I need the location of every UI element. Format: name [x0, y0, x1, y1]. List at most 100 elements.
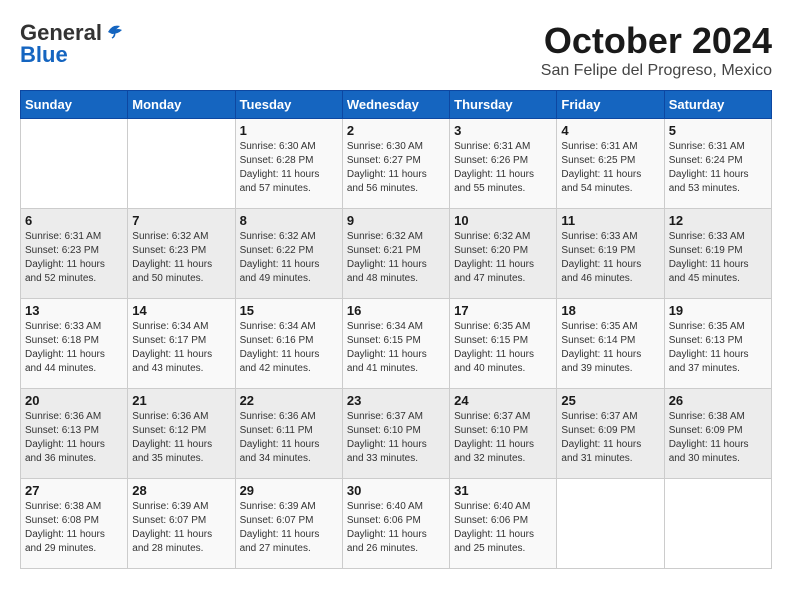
day-number: 21	[132, 393, 230, 408]
day-info: Sunrise: 6:33 AM Sunset: 6:19 PM Dayligh…	[561, 230, 659, 286]
day-number: 17	[454, 303, 552, 318]
calendar-cell: 2Sunrise: 6:30 AM Sunset: 6:27 PM Daylig…	[342, 119, 449, 209]
day-info: Sunrise: 6:32 AM Sunset: 6:20 PM Dayligh…	[454, 230, 552, 286]
calendar-cell: 12Sunrise: 6:33 AM Sunset: 6:19 PM Dayli…	[664, 209, 771, 299]
day-info: Sunrise: 6:34 AM Sunset: 6:16 PM Dayligh…	[240, 320, 338, 376]
day-info: Sunrise: 6:40 AM Sunset: 6:06 PM Dayligh…	[454, 500, 552, 556]
calendar-cell	[128, 119, 235, 209]
day-info: Sunrise: 6:31 AM Sunset: 6:24 PM Dayligh…	[669, 140, 767, 196]
day-number: 19	[669, 303, 767, 318]
week-row-1: 6 Sunrise: 6:31 AM Sunset: 6:23 PM Daylig…	[21, 209, 772, 299]
day-number: 14	[132, 303, 230, 318]
calendar-cell: 15 Sunrise: 6:34 AM Sunset: 6:16 PM Dayli…	[235, 299, 342, 389]
calendar-cell: 14 Sunrise: 6:34 AM Sunset: 6:17 PM Dayli…	[128, 299, 235, 389]
day-info: Sunrise: 6:32 AM Sunset: 6:23 PM Dayligh…	[132, 230, 230, 286]
calendar-cell: 9Sunrise: 6:32 AM Sunset: 6:21 PM Daylig…	[342, 209, 449, 299]
day-info: Sunrise: 6:39 AM Sunset: 6:07 PM Dayligh…	[132, 500, 230, 556]
header-thursday: Thursday	[450, 91, 557, 119]
day-info: Sunrise: 6:30 AM Sunset: 6:27 PM Dayligh…	[347, 140, 445, 196]
calendar-cell: 22 Sunrise: 6:36 AM Sunset: 6:11 PM Dayli…	[235, 389, 342, 479]
day-info: Sunrise: 6:31 AM Sunset: 6:26 PM Dayligh…	[454, 140, 552, 196]
day-info: Sunrise: 6:33 AM Sunset: 6:18 PM Dayligh…	[25, 320, 123, 376]
day-info: Sunrise: 6:36 AM Sunset: 6:11 PM Dayligh…	[240, 410, 338, 466]
logo-blue: Blue	[20, 42, 68, 68]
week-row-0: 1Sunrise: 6:30 AM Sunset: 6:28 PM Daylig…	[21, 119, 772, 209]
calendar-cell	[664, 479, 771, 569]
logo-bird-icon	[104, 22, 126, 40]
day-number: 23	[347, 393, 445, 408]
logo: General Blue	[20, 20, 126, 68]
calendar-cell: 25 Sunrise: 6:37 AM Sunset: 6:09 PM Dayli…	[557, 389, 664, 479]
calendar-cell: 21 Sunrise: 6:36 AM Sunset: 6:12 PM Dayli…	[128, 389, 235, 479]
header-monday: Monday	[128, 91, 235, 119]
day-info: Sunrise: 6:37 AM Sunset: 6:09 PM Dayligh…	[561, 410, 659, 466]
calendar-cell: 30 Sunrise: 6:40 AM Sunset: 6:06 PM Dayli…	[342, 479, 449, 569]
header-tuesday: Tuesday	[235, 91, 342, 119]
day-number: 22	[240, 393, 338, 408]
calendar-cell: 20 Sunrise: 6:36 AM Sunset: 6:13 PM Dayli…	[21, 389, 128, 479]
day-number: 30	[347, 483, 445, 498]
calendar-cell: 19 Sunrise: 6:35 AM Sunset: 6:13 PM Dayli…	[664, 299, 771, 389]
day-number: 6	[25, 213, 123, 228]
calendar-cell: 18Sunrise: 6:35 AM Sunset: 6:14 PM Dayli…	[557, 299, 664, 389]
day-info: Sunrise: 6:38 AM Sunset: 6:08 PM Dayligh…	[25, 500, 123, 556]
calendar-cell: 3 Sunrise: 6:31 AM Sunset: 6:26 PM Daylig…	[450, 119, 557, 209]
day-info: Sunrise: 6:32 AM Sunset: 6:21 PM Dayligh…	[347, 230, 445, 286]
location: San Felipe del Progreso, Mexico	[541, 62, 772, 80]
day-info: Sunrise: 6:31 AM Sunset: 6:23 PM Dayligh…	[25, 230, 123, 286]
calendar-cell: 16Sunrise: 6:34 AM Sunset: 6:15 PM Dayli…	[342, 299, 449, 389]
calendar-cell: 5 Sunrise: 6:31 AM Sunset: 6:24 PM Daylig…	[664, 119, 771, 209]
day-info: Sunrise: 6:35 AM Sunset: 6:13 PM Dayligh…	[669, 320, 767, 376]
day-number: 12	[669, 213, 767, 228]
calendar-cell: 8 Sunrise: 6:32 AM Sunset: 6:22 PM Daylig…	[235, 209, 342, 299]
day-info: Sunrise: 6:40 AM Sunset: 6:06 PM Dayligh…	[347, 500, 445, 556]
day-info: Sunrise: 6:39 AM Sunset: 6:07 PM Dayligh…	[240, 500, 338, 556]
day-number: 27	[25, 483, 123, 498]
month-title: October 2024	[541, 20, 772, 62]
week-row-4: 27 Sunrise: 6:38 AM Sunset: 6:08 PM Dayli…	[21, 479, 772, 569]
title-area: October 2024 San Felipe del Progreso, Me…	[541, 20, 772, 80]
day-number: 4	[561, 123, 659, 138]
day-number: 10	[454, 213, 552, 228]
day-info: Sunrise: 6:31 AM Sunset: 6:25 PM Dayligh…	[561, 140, 659, 196]
week-row-2: 13Sunrise: 6:33 AM Sunset: 6:18 PM Dayli…	[21, 299, 772, 389]
day-number: 20	[25, 393, 123, 408]
day-number: 8	[240, 213, 338, 228]
header-sunday: Sunday	[21, 91, 128, 119]
day-number: 18	[561, 303, 659, 318]
day-number: 24	[454, 393, 552, 408]
calendar-table: SundayMondayTuesdayWednesdayThursdayFrid…	[20, 90, 772, 569]
day-info: Sunrise: 6:36 AM Sunset: 6:12 PM Dayligh…	[132, 410, 230, 466]
header-wednesday: Wednesday	[342, 91, 449, 119]
calendar-cell: 27 Sunrise: 6:38 AM Sunset: 6:08 PM Dayli…	[21, 479, 128, 569]
calendar-cell: 6 Sunrise: 6:31 AM Sunset: 6:23 PM Daylig…	[21, 209, 128, 299]
day-number: 5	[669, 123, 767, 138]
calendar-cell: 10 Sunrise: 6:32 AM Sunset: 6:20 PM Dayli…	[450, 209, 557, 299]
calendar-cell: 7Sunrise: 6:32 AM Sunset: 6:23 PM Daylig…	[128, 209, 235, 299]
header-row: SundayMondayTuesdayWednesdayThursdayFrid…	[21, 91, 772, 119]
day-info: Sunrise: 6:36 AM Sunset: 6:13 PM Dayligh…	[25, 410, 123, 466]
calendar-cell: 13Sunrise: 6:33 AM Sunset: 6:18 PM Dayli…	[21, 299, 128, 389]
calendar-cell: 24 Sunrise: 6:37 AM Sunset: 6:10 PM Dayli…	[450, 389, 557, 479]
calendar-cell	[557, 479, 664, 569]
day-number: 15	[240, 303, 338, 318]
day-number: 3	[454, 123, 552, 138]
day-info: Sunrise: 6:34 AM Sunset: 6:15 PM Dayligh…	[347, 320, 445, 376]
calendar-cell: 4 Sunrise: 6:31 AM Sunset: 6:25 PM Daylig…	[557, 119, 664, 209]
day-number: 31	[454, 483, 552, 498]
day-info: Sunrise: 6:32 AM Sunset: 6:22 PM Dayligh…	[240, 230, 338, 286]
day-info: Sunrise: 6:34 AM Sunset: 6:17 PM Dayligh…	[132, 320, 230, 376]
calendar-cell: 1Sunrise: 6:30 AM Sunset: 6:28 PM Daylig…	[235, 119, 342, 209]
day-number: 28	[132, 483, 230, 498]
day-info: Sunrise: 6:38 AM Sunset: 6:09 PM Dayligh…	[669, 410, 767, 466]
calendar-cell: 26Sunrise: 6:38 AM Sunset: 6:09 PM Dayli…	[664, 389, 771, 479]
day-info: Sunrise: 6:35 AM Sunset: 6:15 PM Dayligh…	[454, 320, 552, 376]
calendar-cell: 11 Sunrise: 6:33 AM Sunset: 6:19 PM Dayli…	[557, 209, 664, 299]
day-info: Sunrise: 6:37 AM Sunset: 6:10 PM Dayligh…	[454, 410, 552, 466]
calendar-cell	[21, 119, 128, 209]
day-number: 11	[561, 213, 659, 228]
calendar-cell: 31 Sunrise: 6:40 AM Sunset: 6:06 PM Dayli…	[450, 479, 557, 569]
day-number: 25	[561, 393, 659, 408]
calendar-cell: 23Sunrise: 6:37 AM Sunset: 6:10 PM Dayli…	[342, 389, 449, 479]
week-row-3: 20 Sunrise: 6:36 AM Sunset: 6:13 PM Dayli…	[21, 389, 772, 479]
